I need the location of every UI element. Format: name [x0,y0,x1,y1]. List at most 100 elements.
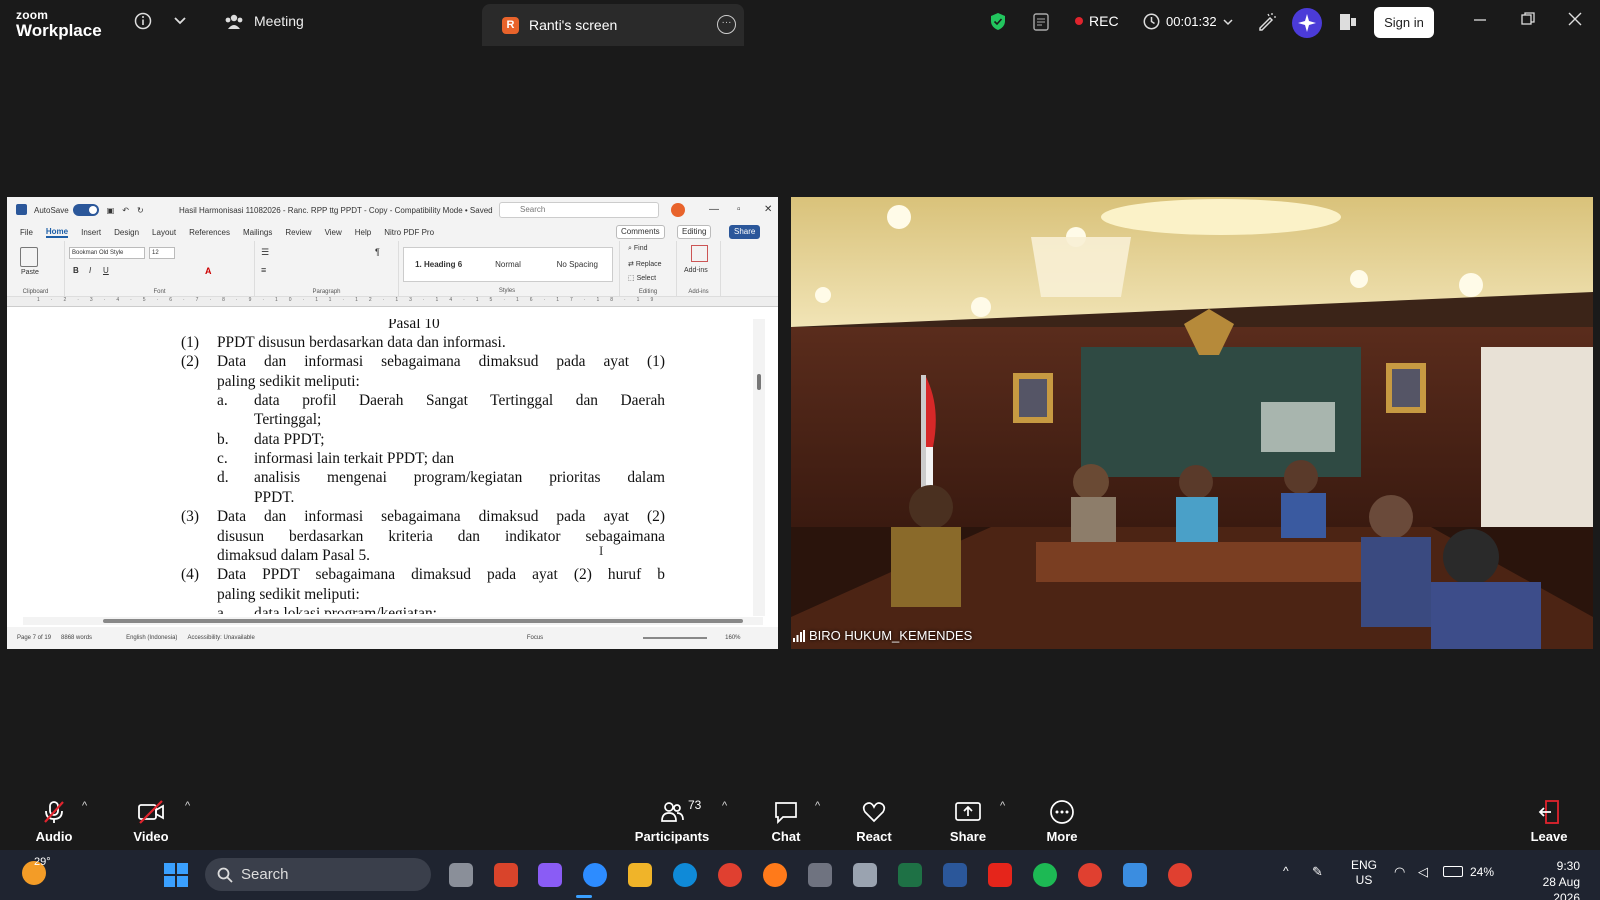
ruler[interactable]: 1·2·3·4·5·6·7·8·9·10·11·12·13·14·15·16·1… [7,297,778,307]
chat-button[interactable]: Chat [746,788,826,850]
audio-button[interactable]: Audio [14,788,94,850]
taskbar-search[interactable]: Search [205,858,431,891]
font-size-select[interactable]: 12 [149,247,175,259]
word-count[interactable]: 8868 words [61,635,92,641]
align-left-icon[interactable]: ≡ [261,265,266,275]
italic-icon[interactable]: I [89,266,91,275]
language-indicator[interactable]: ENG US [1351,858,1377,888]
participants-caret-icon[interactable]: ^ [722,800,727,812]
menu-review[interactable]: Review [285,228,311,237]
menu-layout[interactable]: Layout [152,228,176,237]
autosave-toggle[interactable] [72,204,99,216]
chrome-profile2-icon[interactable] [1168,863,1192,887]
app-office-icon[interactable] [494,863,518,887]
view-layout-icon[interactable] [1339,12,1357,37]
zoom-taskbar-icon[interactable] [583,863,607,887]
participant-video[interactable] [791,197,1593,649]
addins-group[interactable]: Add-ins Add-ins [677,241,721,297]
underline-icon[interactable]: U [103,266,109,275]
chevron-down-icon[interactable] [174,15,186,29]
video-options-caret-icon[interactable]: ^ [185,800,190,812]
acrobat-icon[interactable] [988,863,1012,887]
style-normal[interactable]: Normal [473,260,542,269]
sign-in-button[interactable]: Sign in [1374,7,1434,38]
info-icon[interactable] [134,12,152,35]
menu-design[interactable]: Design [114,228,139,237]
firefox-icon[interactable] [763,863,787,887]
menu-nitro[interactable]: Nitro PDF Pro [384,228,434,237]
react-button[interactable]: React [834,788,914,850]
copilot-icon[interactable] [538,863,562,887]
comments-button[interactable]: Comments [616,225,665,239]
file-explorer-icon[interactable] [628,863,652,887]
accessibility-indicator[interactable]: Accessibility: Unavailable [187,635,254,641]
bullets-icon[interactable]: ☰ [261,247,269,258]
user-avatar[interactable] [671,203,685,217]
menu-insert[interactable]: Insert [81,228,101,237]
style-heading6[interactable]: 1. Heading 6 [404,260,473,269]
page-indicator[interactable]: Page 7 of 19 [17,635,51,641]
menu-view[interactable]: View [325,228,342,237]
more-options-icon[interactable]: ··· [717,15,736,34]
battery-icon[interactable] [1443,866,1463,877]
excel-icon[interactable] [898,863,922,887]
redo-icon[interactable]: ↻ [137,206,144,215]
horizontal-scrollbar[interactable] [23,617,763,625]
ai-companion-icon[interactable] [1291,7,1323,44]
clock[interactable]: 9:30 28 Aug 2026 [1520,858,1580,900]
printer-icon[interactable] [853,863,877,887]
restore-icon[interactable] [1521,12,1535,31]
leave-button[interactable]: Leave [1509,788,1589,850]
menu-help[interactable]: Help [355,228,371,237]
vertical-scroll-thumb[interactable] [757,374,761,390]
chrome-profile-icon[interactable] [1078,863,1102,887]
style-no-spacing[interactable]: No Spacing [543,260,612,269]
share-button[interactable]: Share [928,788,1008,850]
windows-start-icon[interactable] [164,863,188,887]
vertical-scrollbar[interactable] [753,319,765,616]
word-icon[interactable] [943,863,967,887]
word-search-box[interactable]: Search [499,202,659,218]
wifi-icon[interactable]: ◠ [1394,864,1405,880]
more-button[interactable]: More [1022,788,1102,850]
find-button[interactable]: ⌕ Find [628,245,648,253]
notes-icon[interactable] [1032,12,1050,37]
pen-tray-icon[interactable]: ✎ [1312,864,1323,880]
share-doc-button[interactable]: Share [729,225,761,239]
menu-mailings[interactable]: Mailings [243,228,272,237]
document-page[interactable]: Pasal 10 (1) PPDT disusun berdasarkan da… [7,319,747,614]
share-caret-icon[interactable]: ^ [1000,800,1005,812]
select-button[interactable]: ⬚ Select [628,274,656,282]
horizontal-scroll-thumb[interactable] [103,619,743,623]
editing-mode-button[interactable]: Editing [677,225,712,239]
paste-icon[interactable] [20,247,38,267]
bold-icon[interactable]: B [73,266,79,275]
font-name-select[interactable]: Bookman Old Style [69,247,145,259]
meeting-timer[interactable]: 00:01:32 [1143,13,1233,30]
photos-icon[interactable] [1123,863,1147,887]
volume-icon[interactable]: ◁ [1418,864,1428,880]
audio-options-caret-icon[interactable]: ^ [82,800,87,812]
language-indicator[interactable]: English (Indonesia) [126,635,177,641]
pilcrow-icon[interactable]: ¶ [375,247,380,257]
calculator-icon[interactable] [808,863,832,887]
shared-screen-word[interactable]: AutoSave ▣ ↶ ↻ Hasil Harmonisasi 1108202… [7,197,778,649]
focus-button[interactable]: Focus [527,635,543,641]
menu-references[interactable]: References [189,228,230,237]
shared-screen-tab[interactable]: R Ranti's screen ··· [482,4,744,46]
replace-button[interactable]: ⇄ Replace [628,260,662,268]
annotate-pen-icon[interactable] [1256,12,1276,37]
edge-icon[interactable] [673,863,697,887]
spotify-icon[interactable] [1033,863,1057,887]
word-restore-icon[interactable]: ▫ [737,204,741,215]
font-color-icon[interactable]: A [205,266,212,276]
meeting-tab[interactable]: Meeting [224,12,304,30]
close-icon[interactable] [1568,12,1582,31]
chat-caret-icon[interactable]: ^ [815,800,820,812]
chrome-icon[interactable] [718,863,742,887]
menu-file[interactable]: File [20,228,33,237]
task-view-icon[interactable] [449,863,473,887]
word-minimize-icon[interactable]: — [709,204,719,215]
styles-gallery[interactable]: 1. Heading 6 Normal No Spacing [403,247,613,282]
word-close-icon[interactable]: ✕ [764,204,772,215]
